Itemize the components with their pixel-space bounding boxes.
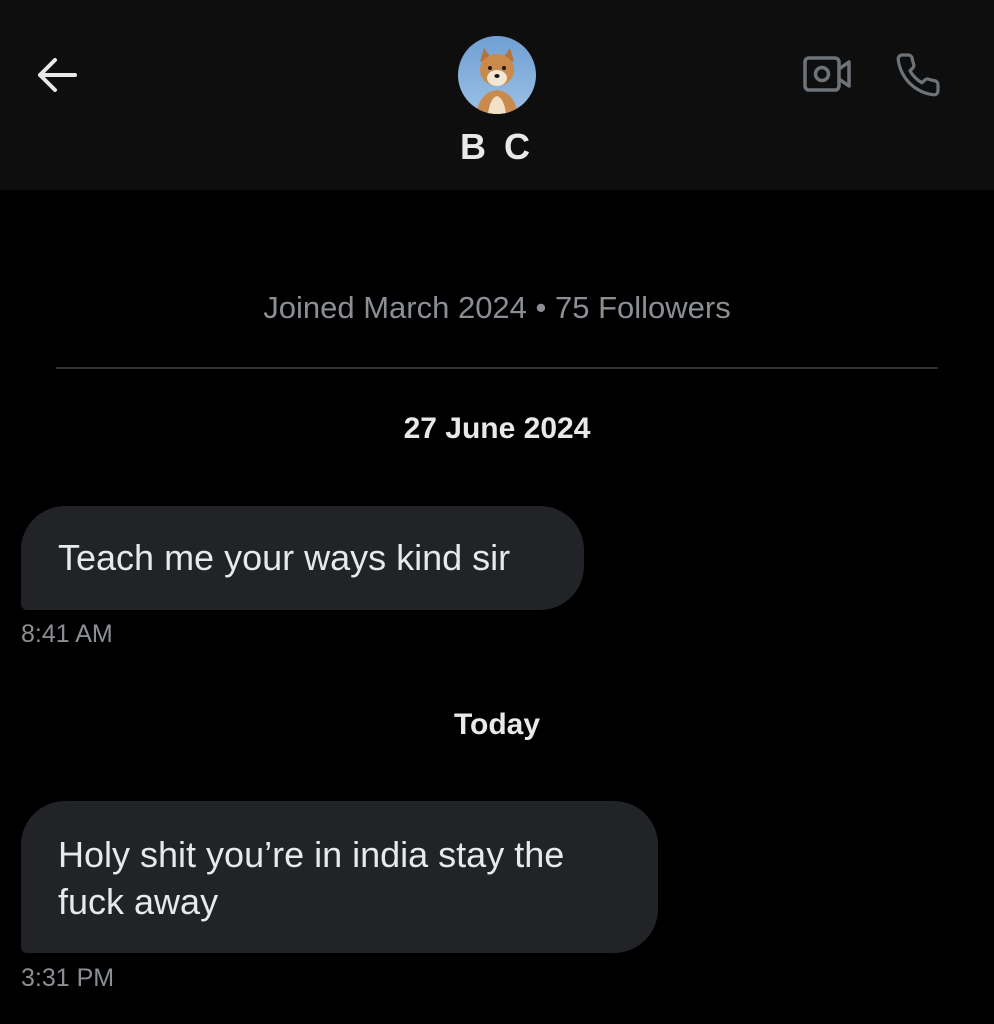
shiba-dog-avatar bbox=[458, 36, 536, 114]
conversation-header: B C bbox=[0, 0, 994, 190]
date-separator: 27 June 2024 bbox=[403, 412, 591, 445]
phone-icon bbox=[896, 53, 940, 97]
date-separator: Today bbox=[453, 708, 541, 741]
message-text: Holy shit you’re in india stay the fuck … bbox=[58, 834, 565, 922]
divider bbox=[56, 367, 938, 369]
back-button[interactable] bbox=[30, 48, 84, 102]
message-bubble[interactable]: Holy shit you’re in india stay the fuck … bbox=[21, 801, 658, 953]
call-button[interactable] bbox=[890, 48, 946, 102]
avatar[interactable] bbox=[458, 36, 536, 114]
profile-info: Joined March 2024 • 75 Followers bbox=[263, 290, 731, 325]
message-timestamp: 3:31 PM bbox=[21, 964, 115, 992]
arrow-left-icon bbox=[38, 58, 77, 92]
message-timestamp: 8:41 AM bbox=[21, 620, 113, 648]
video-call-button[interactable] bbox=[798, 50, 856, 98]
video-camera-icon bbox=[803, 56, 851, 92]
contact-name[interactable]: B C bbox=[0, 126, 994, 168]
message-text: Teach me your ways kind sir bbox=[58, 537, 511, 578]
message-bubble[interactable]: Teach me your ways kind sir bbox=[21, 506, 584, 610]
